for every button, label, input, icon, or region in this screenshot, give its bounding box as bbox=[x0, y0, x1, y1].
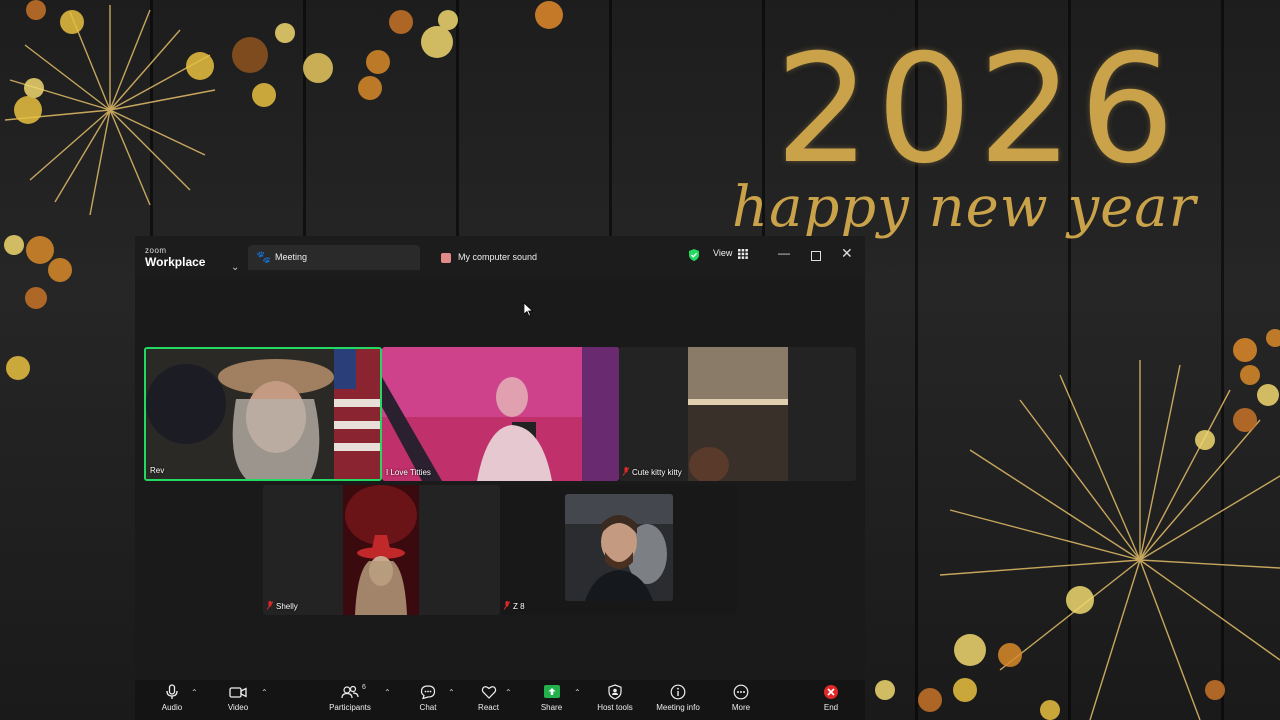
meeting-info-label: Meeting info bbox=[656, 703, 700, 712]
minimize-icon[interactable]: — bbox=[778, 246, 790, 260]
participants-icon bbox=[341, 685, 359, 699]
participant-name-text: Shelly bbox=[276, 602, 298, 611]
end-label: End bbox=[823, 703, 839, 712]
tab-meeting[interactable]: 🐾 Meeting bbox=[248, 245, 420, 270]
share-options-caret-icon[interactable]: ⌃ bbox=[574, 688, 581, 697]
video-options-caret-icon[interactable]: ⌃ bbox=[261, 688, 268, 697]
participants-options-caret-icon[interactable]: ⌃ bbox=[384, 688, 391, 697]
maximize-icon[interactable] bbox=[811, 251, 821, 261]
microphone-icon bbox=[166, 684, 178, 699]
end-call-icon bbox=[824, 685, 838, 699]
participant-name: Rev bbox=[150, 466, 165, 475]
share-label: Share bbox=[540, 703, 563, 712]
audio-label: Audio bbox=[161, 703, 183, 712]
video-label: Video bbox=[227, 703, 249, 712]
participant-name-text: Cute kitty kitty bbox=[632, 468, 682, 477]
wallpaper-greeting: happy new year bbox=[732, 175, 1197, 240]
zoom-meeting-window: zoom Workplace ⌄ 🐾 Meeting My computer s… bbox=[135, 236, 865, 720]
participant-name: I Love Titties bbox=[386, 468, 431, 477]
end-meeting-button[interactable]: End bbox=[817, 684, 845, 718]
participant-video bbox=[146, 349, 380, 479]
host-tools-shield-icon bbox=[608, 684, 622, 700]
participant-video bbox=[382, 347, 619, 481]
participant-tile[interactable] bbox=[565, 494, 673, 601]
participant-video bbox=[619, 347, 856, 481]
encryption-shield-icon[interactable] bbox=[687, 248, 701, 262]
chat-bubble-icon bbox=[420, 685, 436, 700]
muted-mic-icon bbox=[623, 467, 629, 476]
host-tools-label: Host tools bbox=[597, 703, 633, 712]
share-screen-icon bbox=[543, 685, 560, 698]
paw-icon: 🐾 bbox=[256, 250, 271, 264]
participant-video bbox=[565, 494, 673, 601]
participant-name: Cute kitty kitty bbox=[623, 467, 682, 477]
participants-count: 6 bbox=[362, 684, 366, 691]
audio-options-caret-icon[interactable]: ⌃ bbox=[191, 688, 198, 697]
more-button[interactable]: More bbox=[727, 684, 755, 718]
participants-label: Participants bbox=[329, 703, 371, 712]
chat-button[interactable]: Chat bbox=[415, 684, 441, 718]
brand-small-text: zoom bbox=[145, 246, 167, 255]
tab-meeting-label: Meeting bbox=[275, 252, 308, 262]
title-bar: zoom Workplace ⌄ 🐾 Meeting My computer s… bbox=[135, 236, 865, 276]
participant-name-text: Z 8 bbox=[513, 602, 525, 611]
chevron-down-icon[interactable]: ⌄ bbox=[231, 262, 239, 273]
video-camera-icon bbox=[229, 687, 247, 698]
brand-title: Workplace bbox=[145, 255, 206, 269]
audio-share-icon bbox=[441, 253, 451, 263]
tab-computer-sound-label: My computer sound bbox=[458, 252, 538, 262]
wallpaper-year: 2026 bbox=[775, 23, 1181, 197]
participant-tile[interactable]: Rev bbox=[144, 347, 382, 481]
participant-name: Z 8 bbox=[504, 601, 525, 611]
chat-label: Chat bbox=[419, 703, 437, 712]
chat-options-caret-icon[interactable]: ⌃ bbox=[448, 688, 455, 697]
muted-mic-icon bbox=[267, 601, 273, 610]
info-icon bbox=[670, 684, 686, 700]
react-label: React bbox=[478, 703, 499, 712]
participant-tile[interactable]: Shelly bbox=[263, 485, 500, 615]
tab-computer-sound[interactable]: My computer sound bbox=[435, 245, 595, 270]
video-button[interactable]: Video bbox=[223, 684, 253, 718]
more-icon bbox=[733, 684, 749, 700]
close-icon[interactable]: ✕ bbox=[841, 245, 853, 262]
participant-tile[interactable]: I Love Titties bbox=[382, 347, 619, 481]
participants-button[interactable]: Participants bbox=[325, 684, 375, 718]
more-label: More bbox=[731, 703, 751, 712]
zoom-workplace-menu[interactable]: zoom Workplace ⌄ bbox=[145, 246, 239, 273]
share-button[interactable]: Share bbox=[538, 684, 565, 718]
view-button[interactable]: View bbox=[713, 248, 732, 258]
muted-mic-icon bbox=[504, 601, 510, 610]
react-button[interactable]: React bbox=[475, 684, 502, 718]
meeting-toolbar: Audio ⌃ Video ⌃ Participants 6 ⌃ Chat ⌃ … bbox=[135, 680, 865, 720]
heart-react-icon bbox=[481, 686, 496, 699]
participant-video bbox=[263, 485, 500, 615]
react-options-caret-icon[interactable]: ⌃ bbox=[505, 688, 512, 697]
host-tools-button[interactable]: Host tools bbox=[593, 684, 637, 718]
grid-view-icon[interactable] bbox=[738, 249, 748, 259]
participant-tile[interactable]: Cute kitty kitty bbox=[619, 347, 856, 481]
audio-button[interactable]: Audio bbox=[157, 684, 187, 718]
participant-name: Shelly bbox=[267, 601, 298, 611]
mouse-cursor-icon bbox=[524, 303, 534, 317]
meeting-info-button[interactable]: Meeting info bbox=[651, 684, 705, 718]
